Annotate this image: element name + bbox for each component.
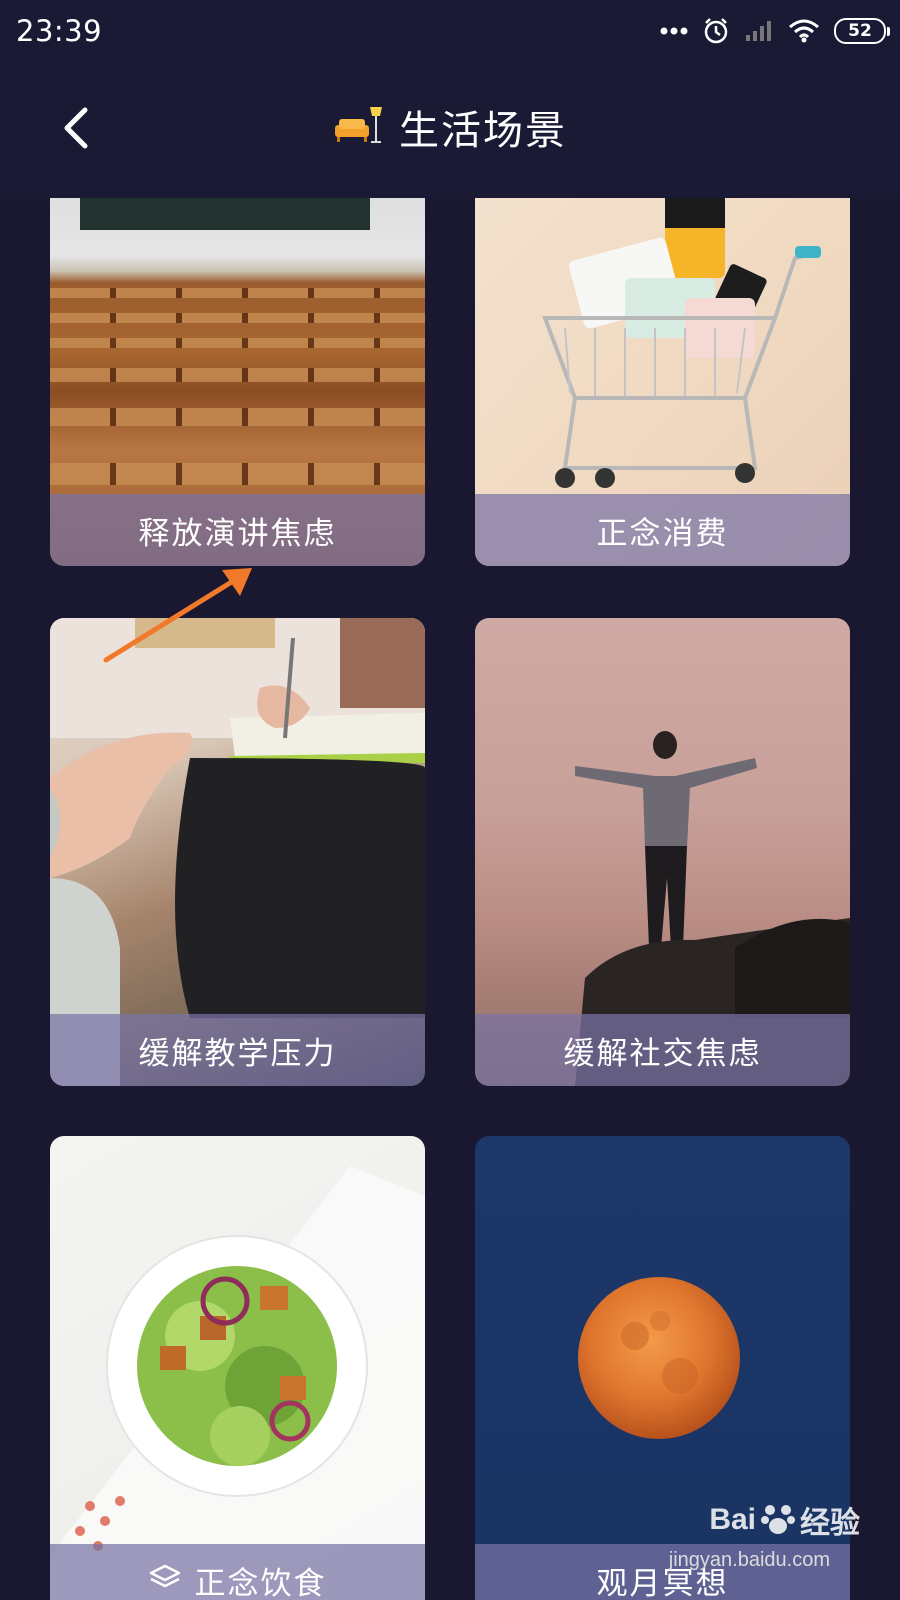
wifi-icon [788,19,820,43]
card-label: 观月冥想 [596,1565,729,1600]
status-icons: 52 [660,14,890,48]
card-label: 缓解教学压力 [138,1035,337,1072]
scene-card-mindful-spending[interactable]: 正念消费 [475,198,850,566]
status-time: 23:39 [16,14,103,48]
scene-card-social-anxiety[interactable]: 缓解社交焦虑 [475,618,850,1086]
card-label-bar: 释放演讲焦虑 [50,494,425,566]
card-label: 正念饮食 [194,1565,327,1600]
card-label-bar: 缓解教学压力 [50,1014,425,1086]
alarm-icon [702,17,730,45]
card-label-bar: 观月冥想 [475,1544,850,1600]
scene-card-moon-meditation[interactable]: 观月冥想 [475,1136,850,1600]
card-label: 释放演讲焦虑 [138,515,337,552]
card-label: 缓解社交焦虑 [563,1035,762,1072]
signal-icon [744,19,774,43]
layers-icon [149,1563,181,1597]
battery-icon: 52 [834,18,890,44]
card-label-bar: 缓解社交焦虑 [475,1014,850,1086]
salad-bowl-image [50,1136,425,1600]
scene-card-mindful-eating[interactable]: 正念饮食 [50,1136,425,1600]
card-label-bar: 正念饮食 [50,1544,425,1600]
card-label-bar: 正念消费 [475,494,850,566]
header-title-group: 生活场景 [0,98,900,156]
app-header: 生活场景 [0,62,900,198]
scene-grid: 释放演讲焦虑 正念消费 缓解教学压力 缓解社交焦虑 正念饮食 观月冥想 Bai … [0,198,900,1600]
page-title: 生活场景 [399,108,567,154]
card-label: 正念消费 [596,515,729,552]
sofa-lamp-icon [333,105,385,149]
scene-card-teaching-stress[interactable]: 缓解教学压力 [50,618,425,1086]
scene-card-speech-anxiety[interactable]: 释放演讲焦虑 [50,198,425,566]
full-moon-image [475,1136,850,1600]
status-bar: 23:39 52 [0,0,900,62]
more-dots-icon [660,27,688,35]
